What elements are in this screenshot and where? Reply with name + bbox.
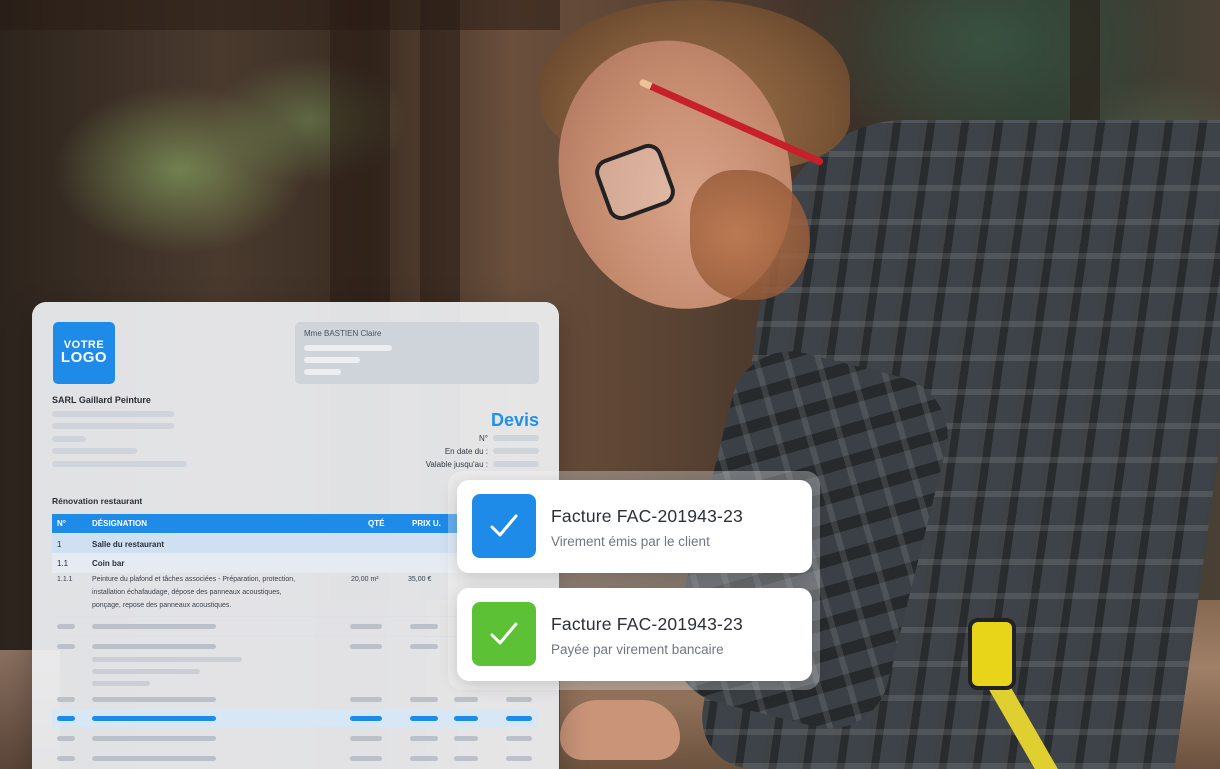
placeholder-line — [493, 461, 539, 467]
col-unit-price: PRIX U. — [412, 519, 441, 528]
notification-title: Facture FAC-201943-23 — [551, 614, 743, 634]
placeholder-line — [350, 624, 382, 629]
placeholder-line — [52, 423, 174, 429]
placeholder-line — [410, 756, 438, 761]
row-quantity: 20,00 m² — [351, 576, 379, 583]
check-icon — [472, 494, 536, 558]
placeholder-line — [92, 697, 216, 702]
placeholder-line — [493, 448, 539, 454]
placeholder-line — [410, 624, 438, 629]
company-name: SARL Gaillard Peinture — [52, 395, 151, 405]
placeholder-line — [410, 644, 438, 649]
row-description-line: ponçage, repose des panneaux acoustiques… — [92, 602, 232, 609]
placeholder-line — [57, 624, 75, 629]
placeholder-line — [506, 756, 532, 761]
row-unit-price: 35,00 € — [408, 576, 432, 583]
logo-text-bottom: LOGO — [60, 349, 108, 366]
client-address-box: Mme BASTIEN Claire — [295, 322, 539, 384]
placeholder-line — [493, 435, 539, 441]
placeholder-line — [506, 716, 532, 721]
placeholder-line — [92, 644, 216, 649]
notification-title: Facture FAC-201943-23 — [551, 506, 743, 526]
row-description-line: Peinture du plafond et tâches associées … — [92, 576, 296, 583]
notification-card-paid[interactable]: Facture FAC-201943-23 Payée par virement… — [457, 588, 812, 681]
check-icon — [472, 602, 536, 666]
placeholder-line — [92, 736, 216, 741]
placeholder-line — [52, 411, 174, 417]
placeholder-line — [92, 624, 216, 629]
placeholder-line — [92, 716, 216, 721]
placeholder-line — [410, 716, 438, 721]
placeholder-line — [304, 369, 341, 375]
placeholder-line — [506, 697, 532, 702]
client-name: Mme BASTIEN Claire — [304, 329, 382, 338]
row-number: 1 — [57, 540, 62, 549]
notification-subtitle: Payée par virement bancaire — [551, 642, 724, 657]
placeholder-line — [350, 756, 382, 761]
meta-number-label: N° — [479, 434, 488, 443]
placeholder-line — [410, 697, 438, 702]
notification-subtitle: Virement émis par le client — [551, 534, 710, 549]
row-number: 1.1 — [57, 559, 69, 568]
placeholder-line — [454, 756, 478, 761]
placeholder-line — [92, 756, 216, 761]
placeholder-line — [52, 448, 137, 454]
placeholder-line — [410, 736, 438, 741]
row-description-line: installation échafaudage, dépose des pan… — [92, 589, 282, 596]
placeholder-line — [92, 669, 200, 674]
placeholder-line — [506, 736, 532, 741]
placeholder-line — [304, 357, 360, 363]
placeholder-line — [350, 716, 382, 721]
document-type-title: Devis — [490, 410, 539, 430]
col-quantity: QTÉ — [368, 519, 385, 528]
row-label: Coin bar — [92, 559, 125, 568]
placeholder-line — [350, 736, 382, 741]
col-number: N° — [57, 519, 66, 528]
placeholder-line — [57, 756, 75, 761]
placeholder-line — [92, 681, 150, 686]
placeholder-line — [454, 736, 478, 741]
placeholder-line — [57, 697, 75, 702]
meta-validity-label: Valable jusqu'au : — [425, 460, 488, 469]
placeholder-line — [350, 697, 382, 702]
placeholder-line — [57, 716, 75, 721]
placeholder-line — [454, 697, 478, 702]
meta-date-label: En date du : — [444, 447, 488, 456]
row-label: Salle du restaurant — [92, 540, 165, 549]
placeholder-line — [92, 657, 242, 662]
placeholder-line — [52, 436, 86, 442]
col-designation: DÉSIGNATION — [92, 519, 147, 528]
placeholder-line — [304, 345, 392, 351]
placeholder-line — [52, 461, 187, 467]
placeholder-line — [57, 736, 75, 741]
notification-card-transfer-sent[interactable]: Facture FAC-201943-23 Virement émis par … — [457, 480, 812, 573]
placeholder-line — [350, 644, 382, 649]
row-number: 1.1.1 — [57, 576, 73, 583]
project-title: Rénovation restaurant — [52, 496, 143, 506]
placeholder-line — [57, 644, 75, 649]
placeholder-line — [454, 716, 478, 721]
company-logo: VOTRE LOGO — [53, 322, 115, 384]
